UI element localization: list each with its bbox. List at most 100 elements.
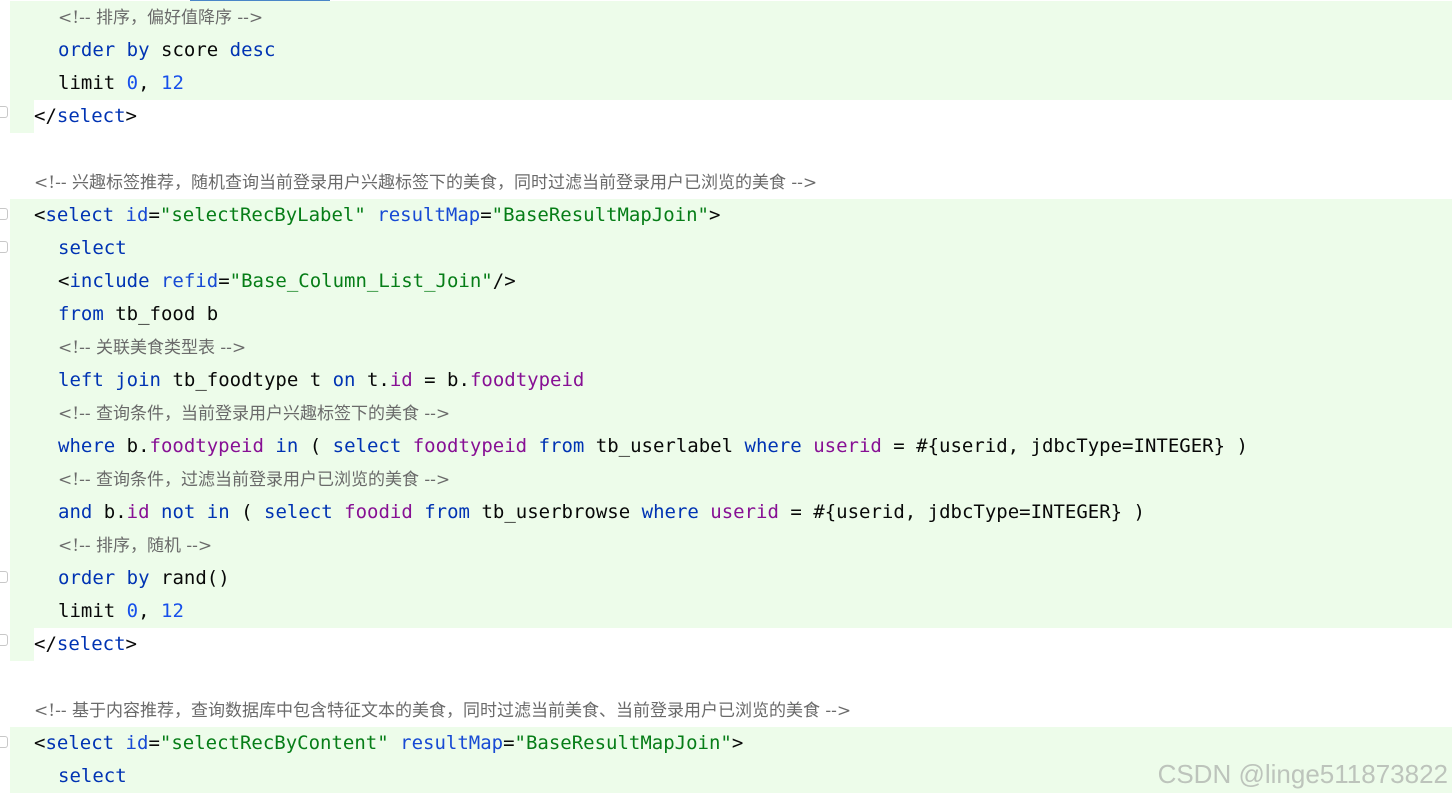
sql-keyword: select [332, 435, 402, 457]
code-line: and b.id not in ( select foodid from tb_… [10, 496, 1452, 529]
sql-number: 0 [126, 72, 139, 94]
sql-text: rand() [161, 567, 230, 589]
sql-keyword: where [58, 435, 116, 457]
tag-bracket: > [125, 105, 137, 127]
sql-keyword: where [744, 435, 802, 457]
xml-attribute: resultMap [377, 204, 481, 226]
sql-keyword: order [58, 567, 116, 589]
tag-bracket: < [34, 732, 46, 754]
sql-text: tb_foodtype t [172, 369, 322, 391]
xml-comment: <!-- 关联美食类型表 --> [58, 338, 247, 358]
sql-identifier: score [161, 39, 219, 61]
sql-keyword: order [58, 39, 116, 61]
sql-text: t. [366, 369, 390, 391]
sql-keyword: select [264, 501, 333, 523]
code-line: <select id="selectRecByContent" resultMa… [10, 727, 1452, 760]
xml-comment: <!-- 查询条件，过滤当前登录用户已浏览的美食 --> [58, 470, 451, 490]
sql-keyword: where [641, 501, 699, 523]
tag-bracket: > [731, 732, 744, 754]
sql-field: foodtypeid [469, 369, 585, 391]
sql-field: id [389, 369, 413, 391]
sql-text: b. [126, 435, 150, 457]
code-editor[interactable]: <!-- 排序，偏好值降序 --> order by score desc li… [0, 0, 1452, 798]
tag-bracket: /> [492, 270, 516, 292]
equals: = [218, 270, 230, 292]
code-line: <!-- 排序，偏好值降序 --> [10, 1, 1452, 34]
code-line: select [10, 232, 1452, 265]
sql-text: tb_food b [115, 303, 219, 325]
sql-field: foodtypeid [149, 435, 264, 457]
editor-gutter [0, 0, 10, 798]
sql-keyword: from [58, 303, 104, 325]
xml-attribute: id [125, 204, 149, 226]
code-line: limit 0, 12 [10, 67, 1452, 100]
equals: = [148, 732, 160, 754]
sql-text: ( [309, 435, 322, 457]
sql-keyword: select [58, 237, 127, 259]
equals: = [503, 732, 515, 754]
xml-comment: <!-- 查询条件，当前登录用户兴趣标签下的美食 --> [58, 404, 451, 424]
tag-bracket: < [58, 270, 70, 292]
fold-icon[interactable] [0, 241, 8, 253]
sql-field: foodtypeid [412, 435, 528, 457]
sql-number: 0 [126, 600, 139, 622]
sql-keyword: and [58, 501, 93, 523]
xml-tag: include [69, 270, 150, 292]
code-line: <!-- 查询条件，当前登录用户兴趣标签下的美食 --> [10, 397, 1452, 430]
sql-keyword: on [332, 369, 356, 391]
xml-comment: <!-- 排序，随机 --> [58, 536, 213, 556]
fold-icon[interactable] [0, 571, 8, 583]
sql-keyword: from [424, 501, 470, 523]
sql-text: = #{userid, jdbcType=INTEGER} ) [893, 435, 1248, 457]
sql-keyword: limit [58, 600, 116, 622]
sql-keyword: by [126, 567, 150, 589]
sql-keyword: from [538, 435, 585, 457]
sql-text: b. [103, 501, 127, 523]
fold-icon[interactable] [0, 208, 8, 220]
sql-field: id [126, 501, 150, 523]
code-line: <include refid="Base_Column_List_Join"/> [10, 265, 1452, 298]
code-line: <!-- 兴趣标签推荐，随机查询当前登录用户兴趣标签下的美食，同时过滤当前登录用… [10, 166, 1452, 199]
code-line: from tb_food b [10, 298, 1452, 331]
tag-bracket: > [709, 204, 721, 226]
code-line: <select id="selectRecByLabel" resultMap=… [10, 199, 1452, 232]
xml-comment: <!-- 排序，偏好值降序 --> [58, 8, 264, 28]
fold-icon[interactable] [0, 634, 8, 646]
code-line: where b.foodtypeid in ( select foodtypei… [10, 430, 1452, 463]
sql-keyword: in [275, 435, 299, 457]
xml-attribute: resultMap [400, 732, 504, 754]
code-line: order by rand() [10, 562, 1452, 595]
separator: , [138, 72, 161, 94]
fold-icon[interactable] [0, 106, 8, 118]
xml-string: "selectRecByContent" [159, 732, 389, 754]
sql-keyword: left [58, 369, 104, 391]
tag-bracket: </ [34, 105, 57, 127]
sql-number: 12 [161, 600, 184, 622]
code-line: <!-- 查询条件，过滤当前登录用户已浏览的美食 --> [10, 463, 1452, 496]
sql-keyword: limit [58, 72, 116, 94]
code-line: <!-- 排序，随机 --> [10, 529, 1452, 562]
sql-text: ( [241, 501, 253, 523]
tag-bracket: </ [34, 633, 57, 655]
sql-text: tb_userlabel [595, 435, 734, 457]
code-line: left join tb_foodtype t on t.id = b.food… [10, 364, 1452, 397]
sql-field: userid [710, 501, 779, 523]
equals: = [148, 204, 160, 226]
fold-icon[interactable] [0, 736, 8, 748]
separator: , [138, 600, 161, 622]
sql-text: = b. [412, 369, 470, 391]
sql-field: foodid [344, 501, 413, 523]
sql-text: tb_userbrowse [481, 501, 631, 523]
sql-keyword: join [115, 369, 161, 391]
xml-tag: select [56, 633, 126, 655]
equals: = [480, 204, 492, 226]
sql-field: userid [813, 435, 882, 457]
xml-tag: select [45, 732, 115, 754]
tag-bracket: < [34, 204, 46, 226]
xml-comment: <!-- 基于内容推荐，查询数据库中包含特征文本的美食，同时过滤当前美食、当前登… [34, 701, 852, 721]
xml-attribute: refid [160, 270, 219, 292]
tag-bracket: > [125, 633, 137, 655]
sql-keyword: in [206, 501, 230, 523]
xml-tag: select [45, 204, 115, 226]
sql-keyword: not [161, 501, 196, 523]
